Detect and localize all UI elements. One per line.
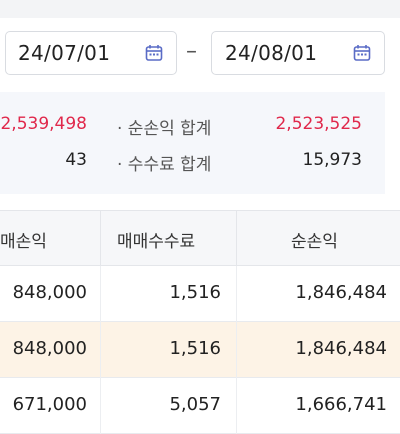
date-range: 24/07/01 – 24/08/01: [0, 31, 400, 77]
table-row-selected[interactable]: 848,000 1,516 1,846,484: [0, 322, 400, 378]
trade-profit-cell: 671,000: [12, 394, 87, 415]
net-profit-cell: 1,846,484: [295, 282, 387, 303]
header-trade-profit: 매손익: [0, 232, 47, 252]
table-header: 매손익 매매수수료 순손익: [0, 210, 400, 267]
trade-fee-cell: 1,516: [169, 282, 221, 303]
trade-fee-cell: 1,516: [169, 338, 221, 359]
header-net-profit: 순손익: [291, 232, 338, 252]
table-row[interactable]: 671,000 5,057 1,666,741: [0, 378, 400, 434]
start-date-text: 24/07/01: [18, 41, 111, 65]
trade-profit-cell: 848,000: [12, 338, 87, 359]
end-date-text: 24/08/01: [225, 41, 318, 65]
calendar-icon[interactable]: [145, 44, 163, 62]
end-date-field[interactable]: 24/08/01: [211, 31, 385, 75]
column-divider: [236, 211, 237, 267]
left-summary-value-2: 43: [65, 150, 87, 170]
calendar-icon[interactable]: [353, 44, 371, 62]
net-profit-cell: 1,666,741: [295, 394, 387, 415]
net-profit-total-value: 2,523,525: [275, 114, 362, 134]
summary-panel: 2,539,498 43 · 순손익 합계 2,523,525 · 수수료 합계…: [0, 92, 385, 194]
top-strip: [0, 0, 400, 18]
net-profit-total-label: · 순손익 합계: [117, 119, 212, 139]
fee-total-value: 15,973: [302, 150, 362, 170]
table-row[interactable]: 848,000 1,516 1,846,484: [0, 266, 400, 322]
fee-total-label: · 수수료 합계: [117, 155, 212, 175]
header-trade-fee: 매매수수료: [117, 232, 196, 252]
net-profit-cell: 1,846,484: [295, 338, 387, 359]
column-divider: [100, 211, 101, 267]
trade-profit-cell: 848,000: [12, 282, 87, 303]
start-date-field[interactable]: 24/07/01: [5, 31, 177, 75]
trade-fee-cell: 5,057: [169, 394, 221, 415]
left-summary-value-1: 2,539,498: [0, 114, 87, 134]
date-separator: –: [186, 39, 197, 64]
